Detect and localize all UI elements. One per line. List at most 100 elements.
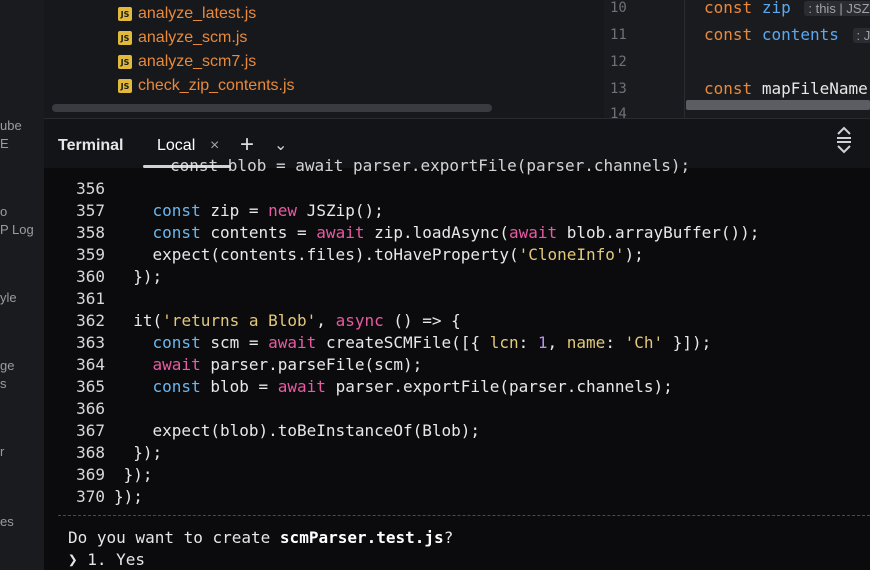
line-number: 368 [76, 443, 105, 462]
project-file-tree: JS analyze_latest.js JS analyze_scm.js J… [44, 0, 605, 118]
editor-line-number: 12 [610, 54, 627, 70]
file-item[interactable]: JS analyze_scm7.js [118, 51, 256, 73]
separator-line [58, 515, 870, 516]
rail-label[interactable]: ube [0, 118, 22, 133]
code-token: }]); [663, 333, 712, 352]
rail-label[interactable]: es [0, 514, 14, 529]
file-item[interactable]: JS analyze_scm.js [118, 27, 247, 49]
code-text: const blob = await parser.exportFile(par… [114, 376, 673, 398]
keyword: const [704, 79, 753, 98]
code-editor[interactable]: 10 const zip : this | JSZ 11 const conte… [604, 0, 870, 118]
js-file-icon: JS [118, 7, 132, 21]
rail-label[interactable]: o [0, 204, 7, 219]
tab-local[interactable]: Local [157, 137, 195, 155]
code-text: }); [114, 266, 162, 288]
terminal-title: Terminal [58, 137, 124, 154]
code-token: , [547, 333, 567, 352]
rail-label[interactable]: P Log [0, 222, 34, 237]
file-name: analyze_scm.js [138, 29, 248, 46]
code-text: const zip = new JSZip(); [114, 200, 384, 222]
line-number: 366 [76, 399, 105, 418]
line-number: 367 [76, 421, 105, 440]
code-text: await parser.parseFile(scm); [114, 354, 423, 376]
code-token: await [268, 333, 317, 352]
code-token: const [152, 377, 201, 396]
code-token: blob = [200, 377, 278, 396]
line-number: 357 [76, 201, 105, 220]
resize-handle-icon[interactable] [834, 125, 854, 155]
code-token: blob.arrayBuffer()); [557, 223, 760, 242]
code-text: }); [114, 442, 162, 464]
code-token: 1 [537, 333, 548, 352]
code-line: 357 const zip = new JSZip(); [44, 200, 384, 222]
code-line: 368 }); [44, 442, 162, 464]
code-line: 366 [44, 398, 105, 420]
code-token: 'returns a Blob' [162, 311, 317, 330]
rail-label[interactable]: ge [0, 358, 14, 373]
identifier: contents [761, 25, 839, 44]
line-number: 370 [76, 487, 105, 506]
code-token: }); [114, 443, 163, 462]
editor-line: const mapFileName [704, 79, 868, 98]
code-line: 363 const scm = await createSCMFile([{ l… [44, 332, 711, 354]
code-line: 358 const contents = await zip.loadAsync… [44, 222, 759, 244]
file-name: analyze_scm7.js [138, 53, 257, 70]
code-token: }); [114, 487, 143, 506]
code-token: parser.exportFile(parser.channels); [325, 377, 673, 396]
type-hint: : this | JSZ [804, 1, 870, 16]
code-token: zip.loadAsync( [364, 223, 509, 242]
code-text: expect(blob).toBeInstanceOf(Blob); [114, 420, 481, 442]
code-token: await [277, 377, 326, 396]
editor-line: const zip : this | JSZ [704, 0, 870, 17]
code-text: }); [114, 464, 153, 486]
horizontal-scrollbar[interactable] [52, 104, 492, 112]
rail-label[interactable]: yle [0, 290, 17, 305]
editor-line-number: 13 [610, 81, 627, 97]
partial-code-line: const blob = await parser.exportFile(par… [170, 156, 691, 175]
code-token: expect(contents.files).toHaveProperty( [114, 245, 519, 264]
create-file-prompt: Do you want to create scmParser.test.js? [68, 528, 453, 547]
type-hint: : JS [852, 28, 870, 43]
prompt-file-name: scmParser.test.js [279, 528, 444, 547]
code-token: await [316, 223, 365, 242]
prompt-question-mark: ? [443, 528, 454, 547]
code-line: 361 [44, 288, 105, 310]
identifier: zip [761, 0, 791, 17]
line-number: 369 [76, 465, 105, 484]
rail-label[interactable]: r [0, 444, 4, 459]
line-number: 363 [76, 333, 105, 352]
code-token: lcn [489, 333, 519, 352]
code-token: it( [114, 311, 163, 330]
editor-scrollbar[interactable] [686, 100, 870, 110]
keyword: const [704, 0, 753, 17]
editor-line-number: 10 [610, 0, 627, 16]
chevron-down-icon[interactable]: ⌄ [274, 135, 287, 155]
file-item[interactable]: JS analyze_latest.js [118, 3, 256, 25]
line-number: 365 [76, 377, 105, 396]
gutter-divider [684, 0, 685, 118]
line-number: 360 [76, 267, 105, 286]
close-tab-icon[interactable]: × [210, 137, 219, 155]
rail-label[interactable]: E [0, 136, 9, 151]
code-text: expect(contents.files).toHaveProperty('C… [114, 244, 644, 266]
option-yes[interactable]: ❯ 1. Yes [68, 550, 145, 569]
code-line: 356 [44, 178, 105, 200]
code-token: : [518, 333, 538, 352]
js-file-icon: JS [118, 55, 132, 69]
code-line: 369 }); [44, 464, 152, 486]
js-file-icon: JS [118, 31, 132, 45]
file-item[interactable]: JS check_zip_contents.js [118, 75, 295, 97]
js-file-icon: JS [118, 79, 132, 93]
file-name: analyze_latest.js [138, 5, 257, 22]
code-token: async [335, 311, 384, 330]
code-token: scm = [200, 333, 269, 352]
terminal-output[interactable]: const blob = await parser.exportFile(par… [44, 156, 870, 570]
line-number: 361 [76, 289, 105, 308]
code-token: createSCMFile([{ [316, 333, 490, 352]
rail-label[interactable]: s [0, 376, 7, 391]
code-line: 365 const blob = await parser.exportFile… [44, 376, 673, 398]
line-number: 362 [76, 311, 105, 330]
